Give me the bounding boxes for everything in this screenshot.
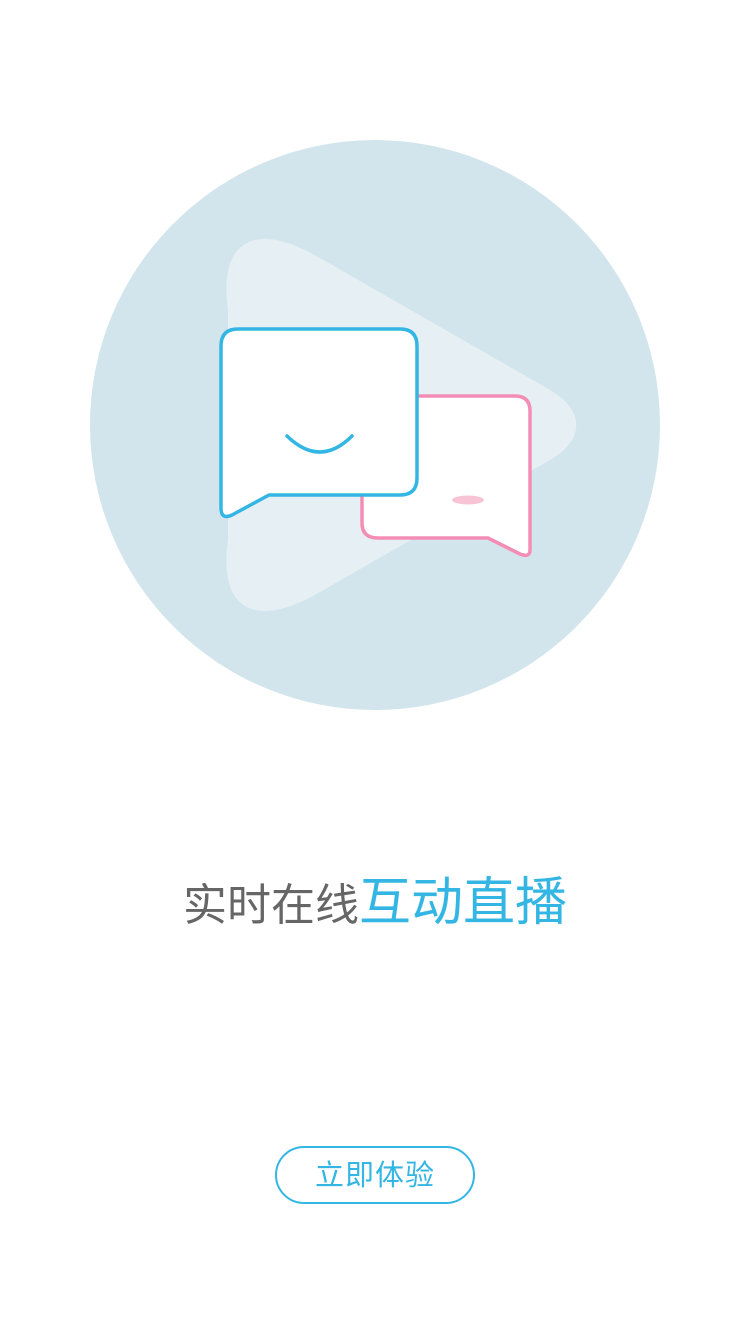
welcome-screen: 实时在线互动直播 立即体验 xyxy=(0,0,750,1334)
headline-accent-text: 互动直播 xyxy=(358,873,567,933)
blue-chat-bubble-icon xyxy=(219,327,419,519)
blush-mark-icon xyxy=(452,495,484,505)
headline: 实时在线互动直播 xyxy=(0,868,750,950)
hero-illustration xyxy=(90,140,660,710)
chat-bubbles-on-play-icon xyxy=(90,140,660,710)
headline-plain-text: 实时在线 xyxy=(182,880,359,931)
try-now-button[interactable]: 立即体验 xyxy=(275,1146,475,1204)
